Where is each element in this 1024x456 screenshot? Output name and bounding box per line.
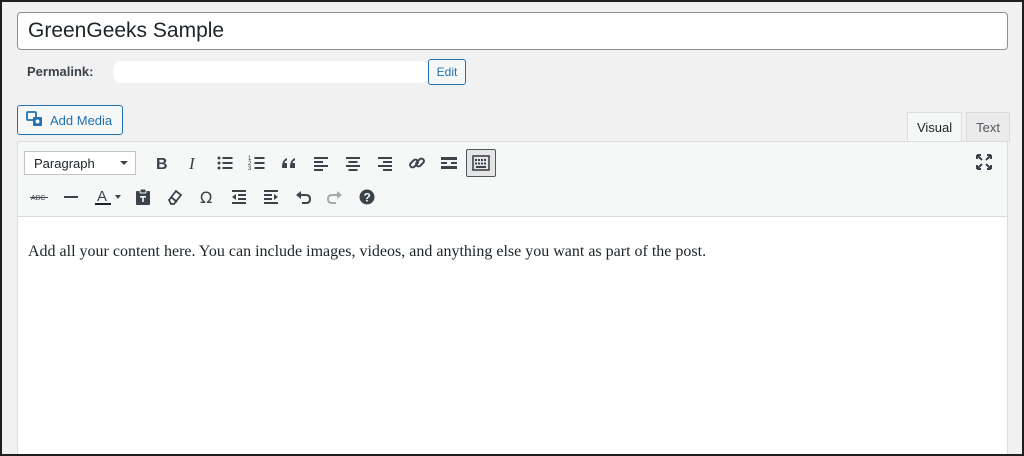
special-character-button[interactable]: Ω <box>192 183 222 211</box>
align-right-button[interactable] <box>370 149 400 177</box>
italic-icon: I <box>188 154 196 173</box>
add-media-button[interactable]: Add Media <box>17 105 123 135</box>
outdent-icon <box>232 190 246 204</box>
clear-formatting-button[interactable] <box>160 183 190 211</box>
svg-text:3: 3 <box>248 166 252 172</box>
read-more-button[interactable] <box>434 149 464 177</box>
horizontal-line-button[interactable] <box>56 183 86 211</box>
outdent-button[interactable] <box>224 183 254 211</box>
post-title-input[interactable]: GreenGeeks Sample <box>17 12 1008 50</box>
blockquote-button[interactable] <box>274 149 304 177</box>
redo-icon <box>326 191 342 204</box>
toolbar-row-2: ABC A Ω ? <box>24 182 384 212</box>
text-color-icon: A <box>95 188 121 205</box>
editor-tabs: Visual Text <box>906 112 1010 143</box>
format-select-value: Paragraph <box>34 155 95 171</box>
content-paragraph[interactable]: Add all your content here. You can inclu… <box>28 243 997 261</box>
editor-toolbar: Paragraph B I 123 ABC A Ω ? <box>18 142 1007 217</box>
strikethrough-label: ABC <box>31 195 45 202</box>
align-left-button[interactable] <box>306 149 336 177</box>
svg-text:I: I <box>188 154 196 173</box>
toolbar-toggle-icon <box>472 155 490 171</box>
align-left-icon <box>314 157 328 171</box>
numbered-list-button[interactable]: 123 <box>242 149 272 177</box>
strikethrough-button[interactable]: ABC <box>24 183 54 211</box>
help-label: ? <box>364 191 371 205</box>
insert-link-button[interactable] <box>402 149 432 177</box>
align-right-icon <box>378 157 392 171</box>
editor-area: Paragraph B I 123 ABC A Ω ? Add all your… <box>17 141 1008 454</box>
fullscreen-button[interactable] <box>969 148 999 176</box>
text-color-label: A <box>97 188 107 205</box>
fullscreen-icon <box>976 154 992 170</box>
omega-label: Ω <box>200 188 212 207</box>
bulleted-list-button[interactable] <box>210 149 240 177</box>
italic-button[interactable]: I <box>178 149 208 177</box>
numbered-list-icon: 123 <box>248 156 265 172</box>
keyboard-shortcuts-button[interactable]: ? <box>352 183 382 211</box>
bold-icon: B <box>156 156 168 173</box>
link-icon <box>409 157 425 169</box>
media-icon <box>26 110 44 131</box>
undo-button[interactable] <box>288 183 318 211</box>
post-editor-frame: GreenGeeks Sample Permalink: Edit Add Me… <box>2 2 1022 454</box>
paste-as-text-button[interactable] <box>128 183 158 211</box>
svg-text:B: B <box>156 156 168 173</box>
toolbar-toggle-button[interactable] <box>466 149 496 177</box>
help-icon: ? <box>359 189 375 205</box>
permalink-row: Permalink: Edit <box>27 59 627 85</box>
bold-button[interactable]: B <box>146 149 176 177</box>
add-media-label: Add Media <box>50 112 113 128</box>
toolbar-row-1: Paragraph B I 123 <box>24 148 498 178</box>
redo-button[interactable] <box>320 183 350 211</box>
permalink-url-redacted <box>113 61 429 83</box>
align-center-icon <box>346 157 360 171</box>
align-center-button[interactable] <box>338 149 368 177</box>
tab-text[interactable]: Text <box>966 112 1010 142</box>
clear-formatting-icon <box>167 189 183 205</box>
special-character-icon: Ω <box>200 188 212 207</box>
paste-text-icon <box>136 188 150 205</box>
format-select[interactable]: Paragraph <box>24 151 136 175</box>
text-color-button[interactable]: A <box>88 183 126 211</box>
indent-icon <box>264 190 278 204</box>
undo-icon <box>296 191 312 204</box>
strikethrough-icon: ABC <box>30 195 48 202</box>
read-more-icon <box>441 157 457 169</box>
bulleted-list-icon <box>217 156 233 170</box>
indent-button[interactable] <box>256 183 286 211</box>
chevron-down-icon <box>119 156 129 171</box>
editor-content[interactable]: Add all your content here. You can inclu… <box>18 217 1007 287</box>
permalink-label: Permalink: <box>27 64 94 79</box>
blockquote-icon <box>282 158 295 168</box>
horizontal-line-icon <box>64 196 78 198</box>
permalink-edit-button[interactable]: Edit <box>428 59 466 85</box>
tab-visual[interactable]: Visual <box>906 112 963 143</box>
